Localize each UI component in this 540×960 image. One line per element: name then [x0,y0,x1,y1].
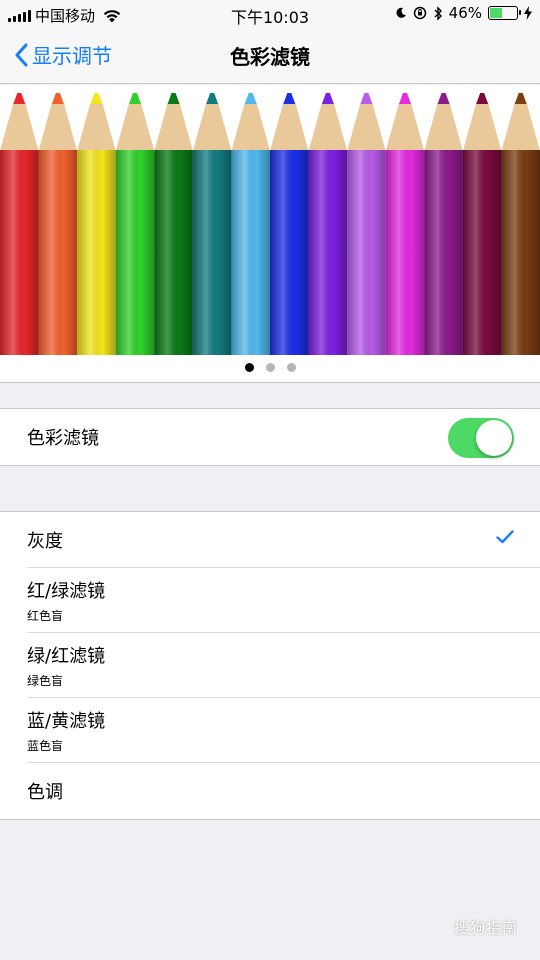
pencil [347,93,386,355]
moon-icon [396,7,406,18]
color-preview[interactable] [0,85,540,383]
filter-option-label: 红/绿滤镜 [27,581,106,602]
filter-option-sublabel: 红色盲 [27,609,64,623]
status-right: 46% [395,4,532,22]
filter-option-sublabel: 绿色盲 [27,674,64,688]
pencil [385,93,425,355]
page-indicator[interactable] [0,363,540,372]
switch-knob [476,420,512,456]
pencils-image [0,93,540,355]
rotation-lock-icon [413,6,426,20]
watermark: 搜狗指南 [453,919,518,937]
navigation-bar: 显示调节 色彩滤镜 [0,28,540,84]
bluetooth-icon [434,5,442,21]
status-bar: 中国移动 下午10:03 46% [0,0,540,28]
filter-option-protanopia[interactable]: 红/绿滤镜 红色盲 [0,568,540,633]
pencil [192,93,232,355]
pencil [231,93,270,355]
page-dot[interactable] [286,363,296,372]
pencil [308,93,348,355]
pencil [270,93,309,355]
battery-percent: 46% [448,4,482,22]
filter-option-deuteranopia[interactable]: 绿/红滤镜 绿色盲 [0,633,540,698]
filter-option-sublabel: 蓝色盲 [27,739,64,753]
filter-option-label: 绿/红滤镜 [27,646,106,667]
checkmark-icon [496,530,514,544]
filter-toggle-label: 色彩滤镜 [27,428,99,449]
pencil [77,93,116,355]
pencil [462,93,502,355]
filter-option-label: 蓝/黄滤镜 [27,711,106,732]
filter-option-label: 色调 [27,782,63,803]
pencil [424,93,463,355]
filter-option-tritanopia[interactable]: 蓝/黄滤镜 蓝色盲 [0,698,540,763]
page-dot[interactable] [244,363,254,372]
battery-level [490,8,502,18]
filter-option-color-tint[interactable]: 色调 [0,763,540,819]
filter-option-grayscale[interactable]: 灰度 [0,512,540,568]
filter-options-group: 灰度 红/绿滤镜 红色盲 绿/红滤镜 绿色盲 蓝/黄滤镜 蓝色盲 色调 [0,511,540,820]
pencil [501,93,540,355]
pencil [0,93,39,355]
filter-option-label: 灰度 [27,531,63,552]
pencil [38,93,78,355]
filter-toggle-row: 色彩滤镜 [0,409,540,465]
page-title: 色彩滤镜 [230,45,310,69]
battery-icon [488,6,521,20]
filter-toggle-group: 色彩滤镜 [0,408,540,466]
pencil [115,93,155,355]
color-filter-switch[interactable] [448,418,514,458]
pencil [154,93,193,355]
charging-icon [524,6,532,20]
page-dot[interactable] [265,363,275,372]
